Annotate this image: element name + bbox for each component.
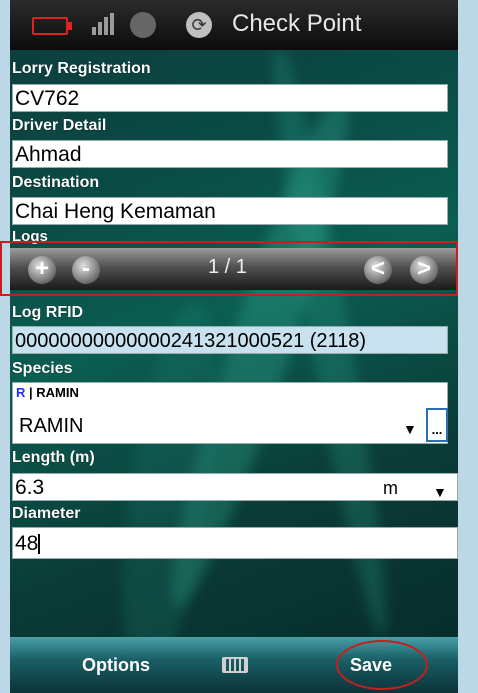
text-cursor (38, 534, 41, 555)
diameter-value: 48 (15, 532, 39, 555)
species-code: R (16, 385, 26, 400)
length-unit-select[interactable]: m (383, 474, 398, 502)
length-value: 6.3 (15, 476, 45, 499)
driver-detail-field[interactable]: Ahmad (12, 140, 448, 168)
phone-screen: ⟳ Check Point Lorry Registration CV762 D… (10, 0, 458, 693)
battery-icon (32, 17, 72, 35)
diameter-label: Diameter (12, 505, 81, 522)
length-field[interactable]: 6.3 m ▼ (12, 473, 458, 501)
sync-icon[interactable]: ⟳ (186, 12, 212, 38)
species-browse-button[interactable]: ... (426, 408, 448, 442)
log-rfid-field: 00000000000000241321000521 (2118) (12, 326, 448, 354)
lorry-registration-label: Lorry Registration (12, 60, 151, 77)
page-title: Check Point (232, 10, 362, 37)
signal-icon (92, 13, 116, 35)
destination-field[interactable]: Chai Heng Kemaman (12, 197, 448, 225)
chevron-down-icon[interactable]: ▼ (403, 421, 417, 437)
options-button[interactable]: Options (82, 655, 150, 676)
species-selected-value: RAMIN (19, 415, 84, 437)
species-code-line: R | RAMIN (16, 385, 79, 400)
diameter-field[interactable]: 48 (12, 527, 458, 559)
save-highlight-ring (336, 640, 428, 690)
species-dropdown[interactable]: R | RAMIN RAMIN ▼ (12, 382, 448, 444)
lorry-registration-field[interactable]: CV762 (12, 84, 448, 112)
destination-label: Destination (12, 174, 100, 191)
driver-detail-label: Driver Detail (12, 117, 107, 134)
volume-icon[interactable] (130, 12, 156, 38)
log-rfid-label: Log RFID (12, 304, 84, 321)
chevron-down-icon[interactable]: ▼ (433, 478, 447, 506)
species-name-small: RAMIN (36, 385, 79, 400)
species-label: Species (12, 360, 73, 377)
keyboard-icon[interactable] (222, 657, 248, 673)
logs-highlight-box (0, 241, 458, 296)
title-bar: ⟳ Check Point (10, 0, 458, 50)
species-separator: | (25, 385, 37, 400)
length-label: Length (m) (12, 449, 95, 466)
